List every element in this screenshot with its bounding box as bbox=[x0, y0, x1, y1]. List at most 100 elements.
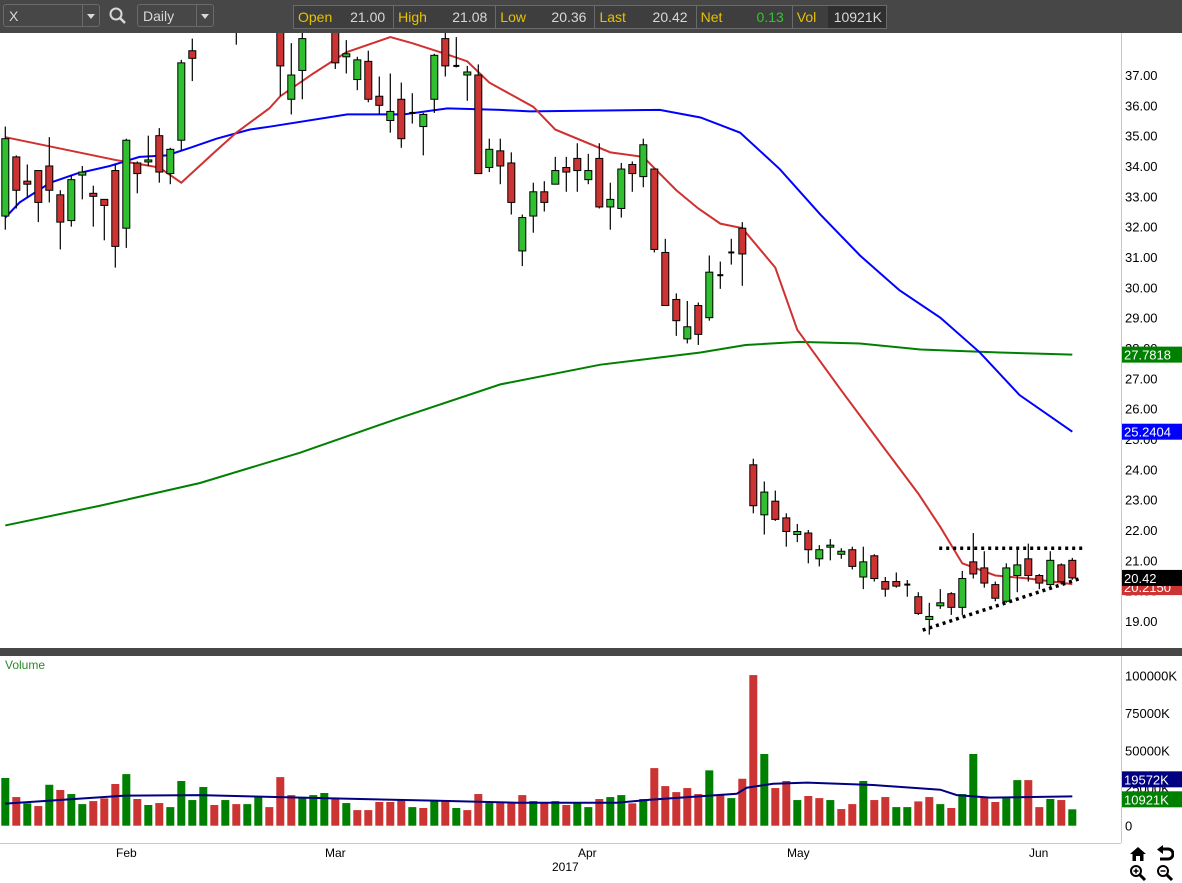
candle bbox=[353, 56, 362, 91]
candle bbox=[969, 533, 978, 579]
price-tick-label: 29.00 bbox=[1125, 311, 1158, 326]
volume-bar bbox=[562, 805, 571, 826]
candle-body bbox=[266, 17, 273, 29]
candle-body bbox=[815, 549, 824, 560]
candle-body bbox=[287, 74, 296, 100]
volume-bar bbox=[661, 786, 670, 826]
candle-body bbox=[672, 298, 681, 322]
candle-body bbox=[298, 38, 307, 71]
candle-body bbox=[255, 8, 262, 17]
candle-body bbox=[430, 54, 439, 100]
candle bbox=[375, 76, 384, 115]
candle-body bbox=[958, 578, 967, 608]
candle-body bbox=[45, 165, 54, 191]
candle-body bbox=[1002, 567, 1011, 602]
undo-icon[interactable] bbox=[1156, 845, 1174, 863]
volume-bar bbox=[408, 807, 417, 826]
candle-body bbox=[749, 464, 758, 507]
candle bbox=[122, 138, 131, 248]
volume-bar bbox=[903, 807, 912, 826]
candle bbox=[947, 592, 956, 615]
volume-bar bbox=[232, 804, 241, 826]
candle bbox=[584, 153, 593, 185]
candle-body bbox=[133, 162, 142, 175]
candle bbox=[409, 93, 416, 124]
candle-body bbox=[837, 550, 846, 555]
candle-body bbox=[23, 180, 32, 185]
volume-bar bbox=[452, 808, 461, 826]
volume-bar bbox=[1013, 780, 1022, 826]
price-tick-label: 30.00 bbox=[1125, 280, 1158, 295]
price-tick-label: 19.00 bbox=[1125, 614, 1158, 629]
volume-bar bbox=[276, 777, 285, 826]
candle bbox=[463, 65, 472, 101]
price-tick-label: 27.00 bbox=[1125, 371, 1158, 386]
volume-bar bbox=[617, 795, 626, 826]
volume-bar bbox=[980, 797, 989, 826]
volume-bar bbox=[573, 803, 582, 826]
candle-body bbox=[12, 156, 21, 191]
candle bbox=[826, 539, 835, 561]
candle bbox=[188, 38, 197, 82]
candle-body bbox=[222, 11, 229, 20]
candle bbox=[474, 64, 483, 175]
candle bbox=[177, 59, 186, 151]
stock-chart[interactable]: 37.00 36.00 35.00 34.00 33.00 32.00 31.00 30.00… bbox=[0, 0, 1182, 883]
volume-bar bbox=[914, 801, 923, 826]
candle bbox=[870, 554, 879, 582]
candle bbox=[661, 238, 670, 307]
volume-bar bbox=[892, 807, 901, 826]
volume-bar bbox=[529, 801, 538, 826]
candle bbox=[507, 152, 516, 215]
candle bbox=[342, 40, 351, 74]
volume-bar bbox=[969, 754, 978, 826]
candle-body bbox=[562, 167, 571, 173]
candle bbox=[419, 112, 428, 156]
candle bbox=[155, 128, 164, 183]
volume-bar bbox=[397, 799, 406, 826]
candle-body bbox=[1035, 574, 1044, 584]
candle bbox=[144, 135, 153, 166]
volume-bar bbox=[144, 805, 153, 826]
candle bbox=[881, 577, 890, 597]
zoom-in-icon[interactable] bbox=[1129, 864, 1147, 882]
candle-body bbox=[793, 531, 802, 536]
candle-body bbox=[892, 581, 901, 587]
candle-body bbox=[211, 14, 218, 20]
price-tick-label: 32.00 bbox=[1125, 220, 1158, 235]
candle-body bbox=[936, 602, 945, 607]
candle-body bbox=[826, 544, 835, 548]
candle bbox=[606, 182, 615, 230]
candle-body bbox=[529, 191, 538, 217]
candle-body bbox=[947, 593, 956, 608]
candle bbox=[89, 185, 98, 227]
volume-bar bbox=[342, 803, 351, 826]
candle-body bbox=[233, 11, 240, 26]
candle-body bbox=[617, 168, 626, 209]
candle-body bbox=[496, 150, 505, 167]
candle bbox=[859, 546, 868, 590]
candle bbox=[244, 0, 251, 33]
volume-bar bbox=[111, 784, 120, 826]
volume-bar bbox=[34, 806, 43, 826]
home-icon[interactable] bbox=[1129, 845, 1147, 863]
candle bbox=[562, 156, 571, 192]
candle bbox=[804, 529, 813, 564]
candle-body bbox=[595, 157, 604, 208]
candle-body bbox=[342, 53, 351, 58]
candle-body bbox=[650, 168, 659, 250]
volume-flag: 10921K bbox=[1124, 792, 1169, 807]
pane-separator[interactable] bbox=[0, 648, 1182, 656]
candle bbox=[1013, 546, 1022, 593]
volume-bar bbox=[705, 770, 714, 826]
volume-bar bbox=[738, 778, 747, 826]
zoom-out-icon[interactable] bbox=[1156, 864, 1174, 882]
candle-body bbox=[694, 305, 703, 335]
candle-body bbox=[980, 567, 989, 584]
volume-bar bbox=[89, 801, 98, 826]
candle-body bbox=[89, 192, 98, 197]
candle bbox=[430, 53, 439, 113]
candle-body bbox=[34, 170, 43, 203]
price-tick-label: 21.00 bbox=[1125, 553, 1158, 568]
candle-body bbox=[364, 60, 373, 100]
